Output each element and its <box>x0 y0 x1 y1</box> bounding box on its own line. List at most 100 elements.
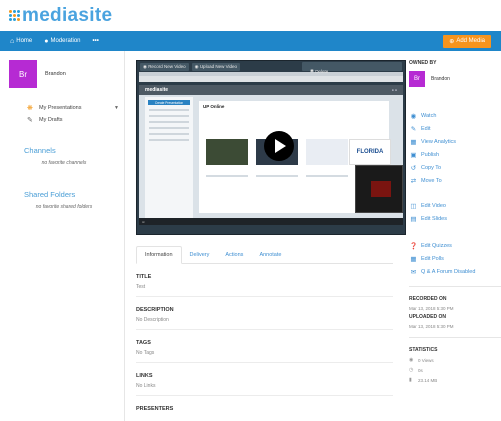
edit-icon: ✎ <box>410 125 417 133</box>
action-label: Move To <box>421 177 442 184</box>
shared-folders-heading[interactable]: Shared Folders <box>9 190 124 199</box>
presentation-content: ◉ Record New Video ◉ Upload New Video ◉ … <box>125 51 406 421</box>
tags-label: TAGS <box>136 340 151 346</box>
actions-group-edit: ◫ Edit Video ▤ Edit Slides <box>409 199 501 225</box>
edit-slides-action[interactable]: ▤ Edit Slides <box>409 212 501 225</box>
size-value: 23.14 MB <box>418 377 438 383</box>
analytics-icon: ▦ <box>410 138 417 146</box>
publish-action[interactable]: ▣ Publish <box>409 148 501 161</box>
qa-forum-action[interactable]: ✉ Q & A Forum Disabled <box>409 265 501 278</box>
caret-down-icon[interactable]: ▼ <box>114 105 119 111</box>
presentations-icon: ❋ <box>27 105 33 112</box>
edit-action[interactable]: ✎ Edit <box>409 122 501 135</box>
upload-label: Upload New Video <box>199 64 238 69</box>
owner-profile: Br Brandon <box>409 71 501 87</box>
recorded-sidebar: Create Presentation <box>145 97 193 219</box>
action-label: Copy To <box>421 164 442 171</box>
video-icon: ◫ <box>410 202 417 210</box>
channels-heading[interactable]: Channels <box>9 146 124 155</box>
quiz-icon: ❓ <box>409 242 418 250</box>
action-label: View Analytics <box>421 138 457 145</box>
action-label: Q & A Forum Disabled <box>421 268 476 275</box>
action-label: Edit Slides <box>421 215 447 222</box>
delete-label: Delete <box>315 68 329 74</box>
user-profile[interactable]: Br Brandon <box>9 60 124 88</box>
eye-icon: ◉ <box>409 357 414 363</box>
move-to-action[interactable]: ⇄ Move To <box>409 174 501 187</box>
logo-row: mediasite <box>0 0 501 31</box>
owner-avatar: Br <box>409 71 425 87</box>
recorded-user-menu: ● ● <box>391 88 397 92</box>
duration-stat: ◷ 0s <box>409 367 501 373</box>
description-section: DESCRIPTION No Description <box>136 297 393 330</box>
tab-delivery[interactable]: Delivery <box>182 246 218 264</box>
recorded-on-value: Mar 13, 2018 5:30 PM <box>409 306 454 311</box>
channels-empty-text: no favorite channels <box>41 160 87 166</box>
add-media-label: Add Media <box>456 38 485 44</box>
recorded-page-title: UP Online <box>203 104 225 109</box>
nav-home-label: Home <box>16 38 33 44</box>
presenters-section: PRESENTERS <box>136 396 393 421</box>
views-value: 0 Views <box>418 357 434 363</box>
copy-to-action[interactable]: ↺ Copy To <box>409 161 501 174</box>
view-analytics-action[interactable]: ▦ View Analytics <box>409 135 501 148</box>
edit-icon: ✎ <box>27 117 33 124</box>
user-icon: ● <box>44 37 49 45</box>
slides-icon: ▤ <box>410 215 417 223</box>
move-icon: ⇄ <box>410 177 417 185</box>
action-label: Watch <box>421 112 437 119</box>
owned-by-label: OWNED BY <box>409 60 437 66</box>
uploaded-on-label: UPLOADED ON <box>409 314 446 320</box>
brand-logo[interactable]: mediasite <box>22 5 112 27</box>
actions-group-main: ◉ Watch ✎ Edit ▦ View Analytics ▣ Publis… <box>409 109 501 187</box>
links-label: LINKS <box>136 373 153 379</box>
statistics-section: STATISTICS ◉ 0 Views ◷ 0s ▮ 23.14 MB <box>409 337 501 383</box>
tab-annotate[interactable]: Annotate <box>251 246 289 264</box>
watch-action[interactable]: ◉ Watch <box>409 109 501 122</box>
nav-moderation-label: Moderation <box>50 38 81 44</box>
recorded-on-label: RECORDED ON <box>409 296 447 302</box>
top-navbar: ⌂ Home ● Moderation ••• ⊕ Add Media <box>0 31 501 51</box>
sidebar: Br Brandon ❋ My Presentations ▼ ✎ My Dra… <box>0 51 125 421</box>
home-icon: ⌂ <box>10 37 15 45</box>
sidebar-item-my-drafts[interactable]: ✎ My Drafts <box>9 116 119 124</box>
edit-polls-action[interactable]: ▦ Edit Polls <box>409 252 501 265</box>
presenters-label: PRESENTERS <box>136 406 174 412</box>
edit-video-action[interactable]: ◫ Edit Video <box>409 199 501 212</box>
recorded-thumbnail <box>206 139 248 165</box>
player-toolbar: ◉ Record New Video ◉ Upload New Video ◉ … <box>137 61 405 74</box>
action-label: Edit Polls <box>421 255 444 262</box>
play-button[interactable] <box>264 131 294 161</box>
edit-quizzes-action[interactable]: ❓ Edit Quizzes <box>409 239 501 252</box>
sidebar-item-label: My Presentations <box>39 105 82 111</box>
avatar: Br <box>9 60 37 88</box>
upload-video-button[interactable]: ◉ Upload New Video <box>191 62 241 71</box>
add-media-button[interactable]: ⊕ Add Media <box>443 34 491 48</box>
tab-actions[interactable]: Actions <box>217 246 251 264</box>
watch-icon: ◉ <box>410 112 417 120</box>
recorded-thumbnail-logo: FLORIDA <box>349 139 391 165</box>
tags-section: TAGS No Tags <box>136 330 393 363</box>
record-label: Record New Video <box>148 64 186 69</box>
statistics-label: STATISTICS <box>409 347 438 353</box>
delete-video-button[interactable]: ◉ Delete <box>302 62 402 74</box>
video-player[interactable]: ◉ Record New Video ◉ Upload New Video ◉ … <box>136 60 406 235</box>
links-section: LINKS No Links <box>136 363 393 396</box>
duration-value: 0s <box>418 367 423 373</box>
record-video-button[interactable]: ◉ Record New Video <box>140 62 189 71</box>
nav-moderation[interactable]: ● Moderation <box>44 38 80 45</box>
forum-icon: ✉ <box>410 268 417 276</box>
recorded-app-header: mediasite ● ● <box>139 85 403 95</box>
file-icon: ▮ <box>409 377 412 383</box>
publish-icon: ▣ <box>410 151 417 159</box>
actions-group-interactive: ❓ Edit Quizzes ▦ Edit Polls ✉ Q & A Foru… <box>409 239 501 278</box>
shared-folders-empty-text: no favorite shared folders <box>35 204 93 210</box>
tab-information[interactable]: Information <box>136 246 182 264</box>
sidebar-item-my-presentations[interactable]: ❋ My Presentations ▼ <box>9 104 119 112</box>
title-value: Test <box>136 284 146 290</box>
recorded-create-button: Create Presentation <box>148 100 190 105</box>
clock-icon: ◷ <box>409 367 414 373</box>
nav-more-button[interactable]: ••• <box>93 38 99 44</box>
copy-icon: ↺ <box>410 164 417 172</box>
nav-home[interactable]: ⌂ Home <box>10 38 32 45</box>
